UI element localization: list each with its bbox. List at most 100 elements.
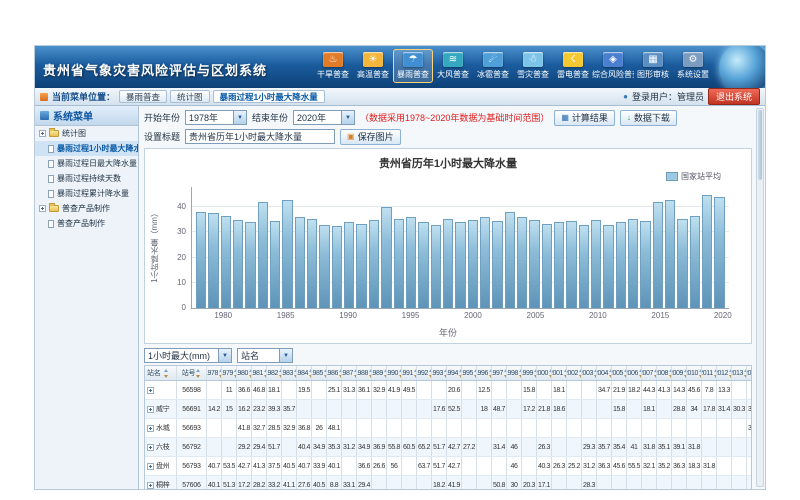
column-header-1989[interactable]: 1989 (372, 366, 387, 380)
column-header-1983[interactable]: 1983 (282, 366, 297, 380)
column-header-1995[interactable]: 1995 (462, 366, 477, 380)
row-expander-icon[interactable] (147, 406, 154, 413)
column-header-2008[interactable]: 2008 (657, 366, 672, 380)
row-expander-icon[interactable] (147, 444, 154, 451)
value-cell: 35.7 (597, 438, 612, 456)
column-header-1999[interactable]: 1999 (522, 366, 537, 380)
column-header-2001[interactable]: 2001 (552, 366, 567, 380)
row-expander-icon[interactable] (147, 482, 154, 489)
table-row-5[interactable]: 盘州5679340.753.542.741.337.540.540.733.94… (145, 457, 751, 476)
column-header-1996[interactable]: 1996 (477, 366, 492, 380)
column-header-1978[interactable]: 1978 (207, 366, 222, 380)
value-cell: 32.1 (642, 457, 657, 475)
column-header-label: 2012 (717, 370, 728, 377)
column-header-1987[interactable]: 1987 (342, 366, 357, 380)
column-header-2002[interactable]: 2002 (567, 366, 582, 380)
column-header-2012[interactable]: 2012 (717, 366, 732, 380)
column-header-2000[interactable]: 2000 (537, 366, 552, 380)
column-header-2011[interactable]: 2011 (702, 366, 717, 380)
nav-item-5[interactable]: ☄冰雹普查 (473, 49, 513, 83)
tree-group[interactable]: 普查产品制作 (35, 201, 138, 216)
column-header-1994[interactable]: 1994 (447, 366, 462, 380)
column-header-站号[interactable]: 站号 (177, 366, 207, 380)
station-select[interactable]: 站名 ▼ (237, 348, 293, 363)
column-header-1980[interactable]: 1980 (237, 366, 252, 380)
column-header-1997[interactable]: 1997 (492, 366, 507, 380)
column-header-1991[interactable]: 1991 (402, 366, 417, 380)
column-header-2010[interactable]: 2010 (687, 366, 702, 380)
row-expander-icon[interactable] (147, 387, 154, 394)
nav-item-9[interactable]: ▦图形审核 (633, 49, 673, 83)
breadcrumb-tab-1[interactable]: 暴雨普查 (119, 90, 167, 103)
bar-2006 (542, 224, 552, 308)
column-header-1990[interactable]: 1990 (387, 366, 402, 380)
tree-expander-icon[interactable] (39, 205, 46, 212)
station-id-cell: 56598 (177, 381, 207, 399)
end-year-select[interactable]: 2020年 ▼ (293, 110, 355, 125)
start-year-select[interactable]: 1978年 ▼ (185, 110, 247, 125)
chart-legend[interactable]: 国家站平均 (666, 171, 721, 182)
table-row-6[interactable]: 桐梓5760640.151.317.228.233.241.127.640.58… (145, 476, 751, 489)
column-header-1979[interactable]: 1979 (222, 366, 237, 380)
column-header-1984[interactable]: 1984 (297, 366, 312, 380)
value-cell: 29.4 (252, 438, 267, 456)
chart-title-input[interactable] (185, 129, 335, 144)
row-expander-icon[interactable] (147, 463, 154, 470)
value-cell (222, 419, 237, 437)
nav-item-1[interactable]: ♨干旱普查 (313, 49, 353, 83)
bar-2017 (677, 219, 687, 308)
tree-expander-icon[interactable] (39, 130, 46, 137)
column-header-1985[interactable]: 1985 (312, 366, 327, 380)
save-image-button[interactable]: ▣ 保存图片 (340, 129, 401, 145)
column-header-2003[interactable]: 2003 (582, 366, 597, 380)
column-header-2014[interactable]: 2014 (747, 366, 752, 380)
user-icon: ● (623, 92, 628, 101)
nav-item-4[interactable]: ≋大风普查 (433, 49, 473, 83)
nav-item-3[interactable]: ☂暴雨普查 (393, 49, 433, 83)
download-button[interactable]: ↓ 数据下载 (620, 110, 677, 126)
column-header-1988[interactable]: 1988 (357, 366, 372, 380)
nav-item-8[interactable]: ◈综合风险普查 (593, 49, 633, 83)
column-header-2005[interactable]: 2005 (612, 366, 627, 380)
column-header-站名[interactable]: 站名 (145, 366, 177, 380)
column-header-2006[interactable]: 2006 (627, 366, 642, 380)
column-header-1982[interactable]: 1982 (267, 366, 282, 380)
station-id-cell: 56792 (177, 438, 207, 456)
table-row-4[interactable]: 六枝5679229.229.451.740.434.935.331.234.93… (145, 438, 751, 457)
column-header-1981[interactable]: 1981 (252, 366, 267, 380)
calculate-button[interactable]: ▦ 计算结果 (554, 110, 615, 126)
tree-item[interactable]: 暴雨过程1小时最大降水量 (35, 141, 138, 156)
column-header-2004[interactable]: 2004 (597, 366, 612, 380)
column-header-2013[interactable]: 2013 (732, 366, 747, 380)
nav-item-7[interactable]: ☇雷电普查 (553, 49, 593, 83)
table-row-3[interactable]: 水城5669341.832.728.532.936.82648.131.9 (145, 419, 751, 438)
row-expander-icon[interactable] (147, 425, 154, 432)
column-header-2007[interactable]: 2007 (642, 366, 657, 380)
tree-item[interactable]: 暴雨过程日最大降水量 (35, 156, 138, 171)
table-row-1[interactable]: 565981136.646.818.119.525.131.336.132.94… (145, 381, 751, 400)
tree-item[interactable]: 暴雨过程持续天数 (35, 171, 138, 186)
column-header-2009[interactable]: 2009 (672, 366, 687, 380)
column-header-1992[interactable]: 1992 (417, 366, 432, 380)
metric-select[interactable]: 1小时最大(mm) ▼ (144, 348, 232, 363)
vertical-scrollbar[interactable] (756, 108, 764, 487)
nav-item-10[interactable]: ⚙系统设置 (673, 49, 713, 83)
nav-item-2[interactable]: ☀高温普查 (353, 49, 393, 83)
tree-item[interactable]: 普查产品制作 (35, 216, 138, 231)
table-row-2[interactable]: 威宁5669114.21516.223.239.335.717.652.5184… (145, 400, 751, 419)
breadcrumb-tab-2[interactable]: 统计图 (170, 90, 210, 103)
value-cell: 35.2 (657, 457, 672, 475)
column-header-label: 1983 (282, 370, 293, 377)
value-cell: 41.8 (237, 419, 252, 437)
column-header-1986[interactable]: 1986 (327, 366, 342, 380)
tree-item[interactable]: 暴雨过程累计降水量 (35, 186, 138, 201)
nav-item-6[interactable]: ☃雪灾普查 (513, 49, 553, 83)
tree-group[interactable]: 统计图 (35, 126, 138, 141)
column-header-1993[interactable]: 1993 (432, 366, 447, 380)
breadcrumb-tab-3[interactable]: 暴雨过程1小时最大降水量 (213, 90, 325, 103)
column-header-1998[interactable]: 1998 (507, 366, 522, 380)
value-cell (402, 419, 417, 437)
logout-button[interactable]: 退出系统 (708, 88, 760, 105)
scrollbar-thumb[interactable] (758, 110, 762, 180)
value-cell: 19.5 (297, 381, 312, 399)
